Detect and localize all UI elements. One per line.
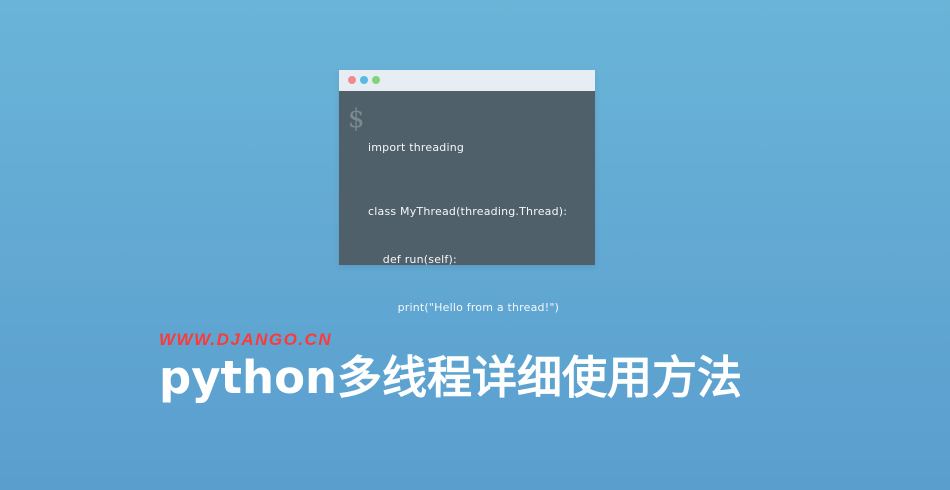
code-line: import threading <box>368 141 465 154</box>
code-block: import threading class MyThread(threadin… <box>368 108 567 348</box>
minimize-dot-icon <box>360 76 368 84</box>
code-line: class MyThread(threading.Thread): <box>368 205 568 218</box>
dollar-prompt-icon: $ <box>348 104 365 134</box>
code-window: $ import threading class MyThread(thread… <box>339 70 595 314</box>
close-dot-icon <box>348 76 356 84</box>
page-title: python多线程详细使用方法 <box>159 351 743 404</box>
maximize-dot-icon <box>372 76 380 84</box>
window-titlebar <box>339 70 595 91</box>
code-line: def run(self): <box>368 253 457 266</box>
code-line: print("Hello from a thread!") <box>368 301 560 314</box>
